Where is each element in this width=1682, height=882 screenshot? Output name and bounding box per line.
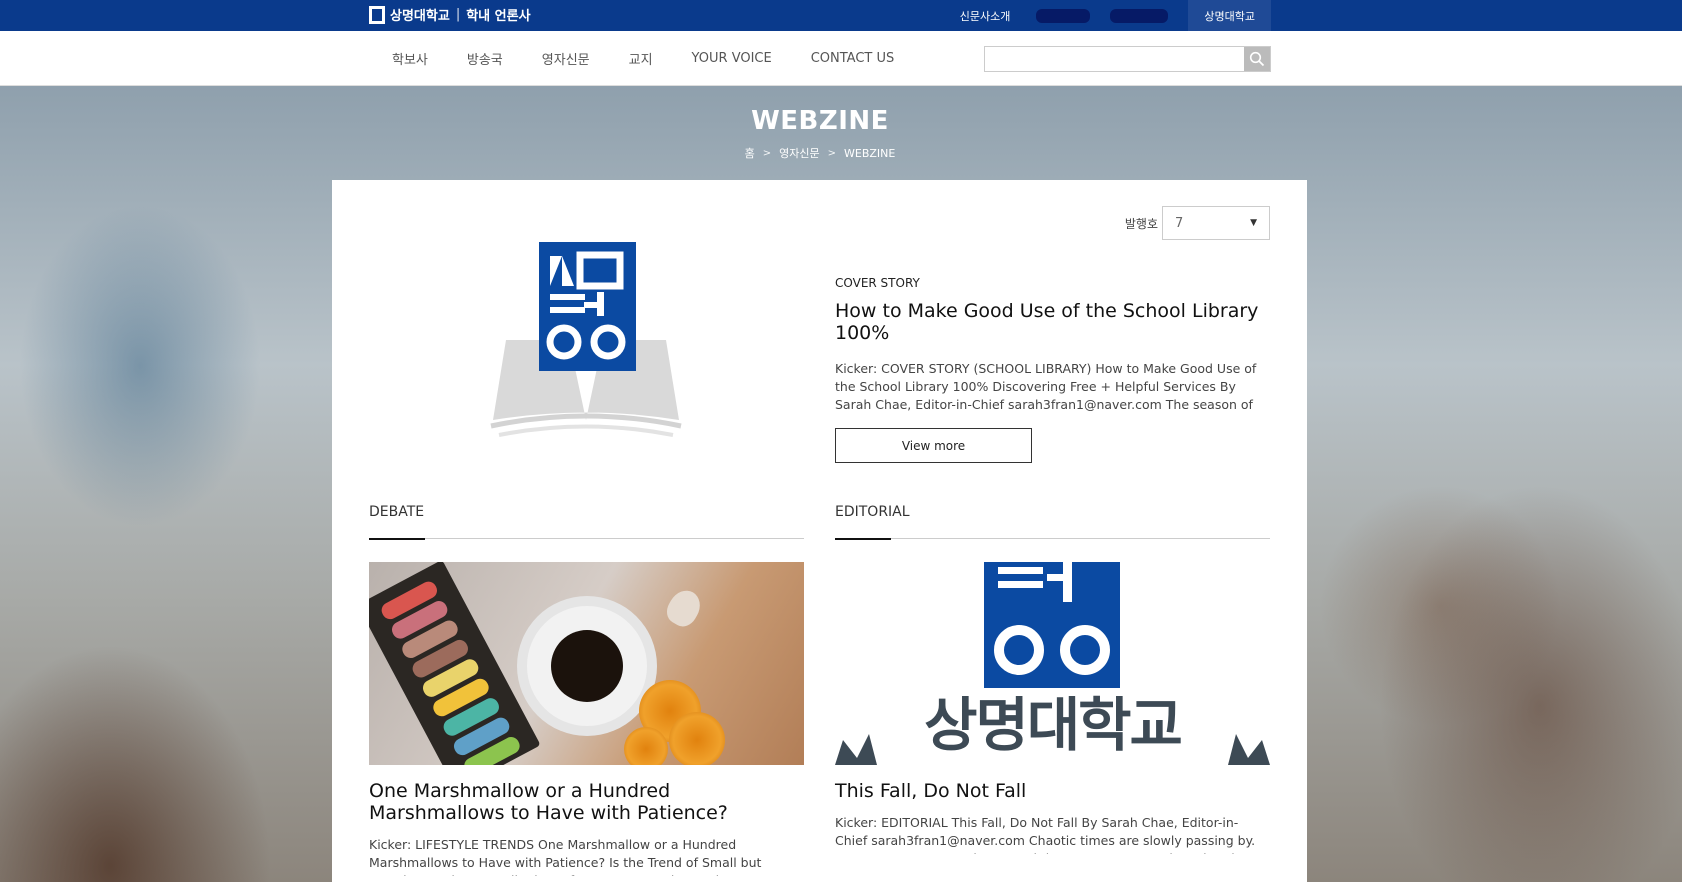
coffee-cup	[527, 606, 647, 726]
flower	[669, 712, 725, 765]
nav-item-magazine[interactable]: 교지	[629, 49, 653, 68]
issue-selector: 발행호 7 ▼	[1125, 206, 1270, 240]
brand-logo[interactable]: 상명대학교 | 학내 언론사	[369, 5, 531, 24]
university-logo-book-icon	[490, 242, 682, 437]
search-input[interactable]	[985, 47, 1244, 71]
issue-label: 발행호	[1124, 216, 1158, 231]
university-emblem-icon	[369, 5, 385, 24]
brand-main: 상명대학교	[390, 9, 450, 24]
logo-wordmark: 상명대학교	[924, 691, 1183, 759]
redacted-link[interactable]	[1036, 8, 1091, 23]
search-icon	[1249, 51, 1265, 67]
chevron-right-icon: >	[827, 147, 837, 159]
search-button[interactable]	[1244, 47, 1270, 71]
breadcrumb: 홈 > 영자신문 > WEBZINE	[0, 145, 1640, 161]
heading-underline	[369, 538, 425, 540]
debate-heading: DEBATE	[369, 504, 804, 540]
issue-value: 7	[1175, 215, 1184, 231]
breadcrumb-english-paper[interactable]: 영자신문	[779, 145, 819, 161]
editorial-thumbnail[interactable]: 상명대학교	[835, 562, 1270, 765]
debate-section: DEBATE One Marshmallow or a Hundred Mars…	[369, 504, 804, 876]
heading-underline	[835, 538, 891, 540]
debate-excerpt: Kicker: LIFESTYLE TRENDS One Marshmallow…	[369, 837, 778, 876]
breadcrumb-home[interactable]: 홈	[745, 145, 755, 161]
redacted-link[interactable]	[1110, 8, 1169, 23]
top-link-about[interactable]: 신문사소개	[960, 8, 1011, 24]
page-title: WEBZINE	[751, 106, 889, 136]
chevron-right-icon: >	[762, 147, 772, 159]
cover-story-excerpt: Kicker: COVER STORY (SCHOOL LIBRARY) How…	[835, 361, 1257, 412]
nav-item-school-paper[interactable]: 학보사	[392, 49, 428, 68]
top-link-university[interactable]: 상명대학교	[1188, 0, 1271, 31]
cover-story-title[interactable]: How to Make Good Use of the School Libra…	[835, 300, 1270, 344]
debate-thumbnail[interactable]	[369, 562, 804, 765]
editorial-title[interactable]: This Fall, Do Not Fall	[835, 780, 1270, 802]
cover-story-image[interactable]	[369, 230, 803, 475]
breadcrumb-webzine[interactable]: WEBZINE	[844, 147, 895, 160]
brand-separator: |	[455, 7, 461, 22]
flower	[624, 727, 668, 765]
main-nav: 학보사 방송국 영자신문 교지 YOUR VOICE CONTACT US	[392, 31, 894, 86]
content-card: 발행호 7 ▼ COVER STORY How to Make Good Use…	[332, 180, 1307, 882]
editorial-section: EDITORIAL 상명대학교 This Fall, Do Not Fall K…	[835, 504, 1270, 854]
top-bar: 상명대학교 | 학내 언론사 신문사소개 상명대학교	[0, 0, 1682, 31]
debate-title[interactable]: One Marshmallow or a Hundred Marshmallow…	[369, 780, 804, 824]
caret-down-icon: ▼	[1250, 218, 1257, 228]
editorial-heading: EDITORIAL	[835, 504, 1270, 540]
nav-item-english-paper[interactable]: 영자신문	[542, 49, 590, 68]
section-label: EDITORIAL	[835, 504, 910, 520]
nav-item-broadcast[interactable]: 방송국	[467, 49, 503, 68]
cover-story-kicker: COVER STORY	[835, 276, 920, 290]
section-label: DEBATE	[369, 504, 425, 520]
cover-story: COVER STORY How to Make Good Use of the …	[835, 276, 1270, 463]
editorial-excerpt: Kicker: EDITORIAL This Fall, Do Not Fall…	[835, 815, 1256, 854]
brand-sub: 학내 언론사	[466, 9, 531, 24]
view-more-button[interactable]: View more	[835, 428, 1032, 463]
nav-item-your-voice[interactable]: YOUR VOICE	[692, 51, 772, 66]
nav-item-contact-us[interactable]: CONTACT US	[811, 51, 895, 66]
issue-dropdown[interactable]: 7 ▼	[1162, 206, 1270, 240]
main-nav-bar: 학보사 방송국 영자신문 교지 YOUR VOICE CONTACT US	[0, 31, 1682, 86]
search-box	[984, 46, 1271, 72]
